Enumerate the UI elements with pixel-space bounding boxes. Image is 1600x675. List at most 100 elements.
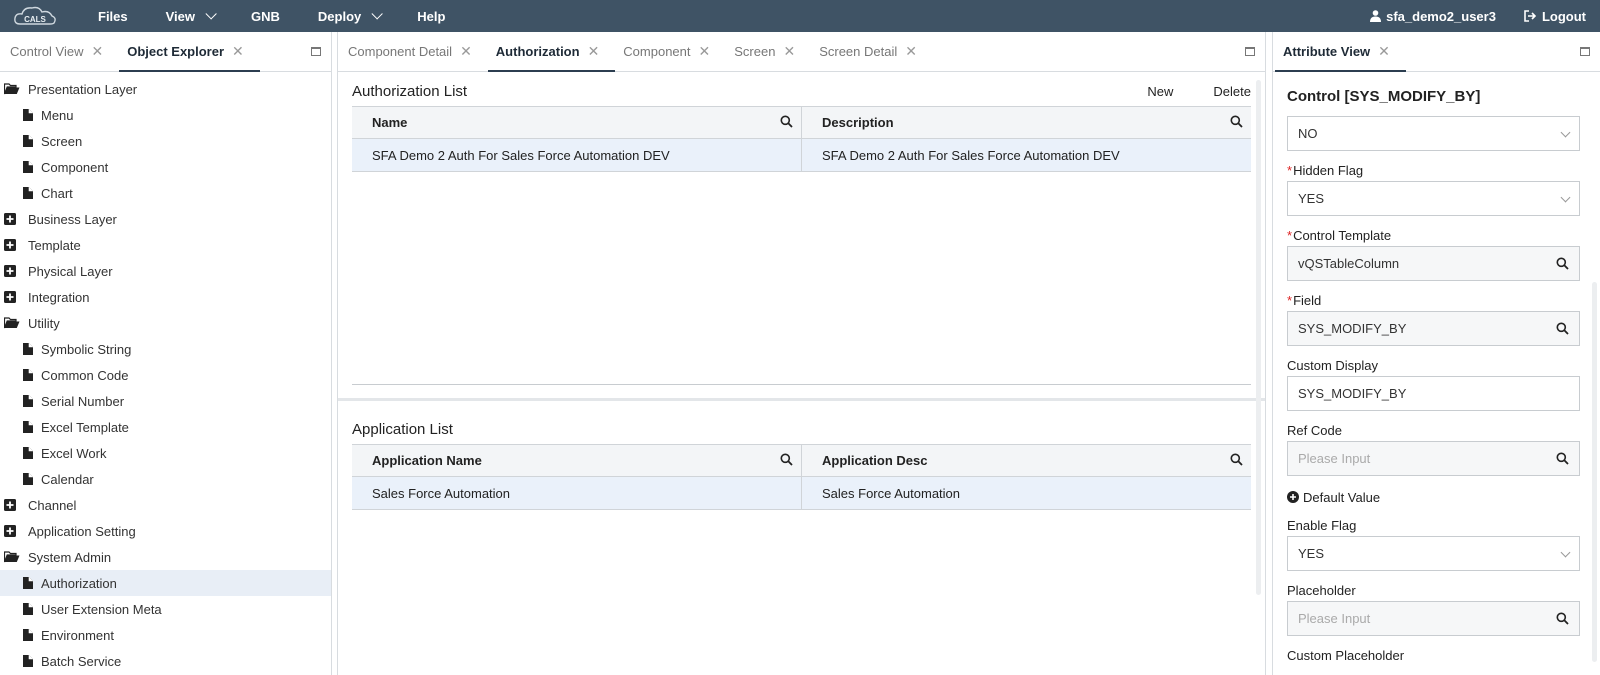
tree-item-channel[interactable]: Channel — [0, 492, 331, 518]
nav-view[interactable]: View — [166, 8, 217, 24]
search-icon[interactable] — [1230, 453, 1243, 466]
search-icon[interactable] — [1556, 612, 1569, 625]
search-icon[interactable] — [1556, 257, 1569, 273]
delete-button[interactable]: Delete — [1213, 84, 1251, 99]
table-row[interactable]: SFA Demo 2 Auth For Sales Force Automati… — [352, 139, 1251, 172]
user-menu[interactable]: sfa_demo2_user3 — [1370, 9, 1496, 24]
close-icon[interactable]: ✕ — [460, 43, 472, 60]
column-header-description[interactable]: Description — [801, 107, 1251, 138]
field-label-text: Custom Display — [1287, 358, 1379, 373]
plus-box-icon[interactable] — [4, 499, 22, 511]
tree-item-menu[interactable]: Menu — [0, 102, 331, 128]
maximize-icon[interactable] — [311, 47, 321, 56]
custom-display-input[interactable]: SYS_MODIFY_BY — [1287, 376, 1580, 411]
close-icon[interactable]: ✕ — [232, 43, 244, 60]
search-icon[interactable] — [1556, 452, 1569, 468]
cals-logo[interactable]: CALS — [12, 4, 70, 28]
tree-item-presentation-layer[interactable]: Presentation Layer — [0, 76, 331, 102]
close-icon[interactable]: ✕ — [699, 43, 711, 60]
tree-item-chart[interactable]: Chart — [0, 180, 331, 206]
tree-item-integration[interactable]: Integration — [0, 284, 331, 310]
tree-item-environment[interactable]: Environment — [0, 622, 331, 648]
folder-open-icon[interactable] — [4, 83, 22, 95]
vertical-scrollbar[interactable] — [1256, 80, 1261, 595]
tree-item-label: Environment — [41, 627, 114, 643]
search-icon[interactable] — [1556, 322, 1569, 338]
tab-control-view[interactable]: Control View ✕ — [10, 31, 113, 71]
tree-item-batch-service[interactable]: Batch Service — [0, 648, 331, 674]
enable-flag-select[interactable]: YES — [1287, 536, 1580, 571]
placeholder-input[interactable]: Please Input — [1287, 601, 1580, 636]
vertical-scrollbar[interactable] — [1592, 282, 1597, 662]
nav-files[interactable]: Files — [98, 9, 128, 24]
plus-box-icon[interactable] — [4, 291, 22, 303]
tree-item-business-layer[interactable]: Business Layer — [0, 206, 331, 232]
close-icon[interactable]: ✕ — [905, 43, 917, 60]
tree-item-physical-layer[interactable]: Physical Layer — [0, 258, 331, 284]
table-row[interactable]: Sales Force Automation Sales Force Autom… — [352, 477, 1251, 510]
tree-item-application-setting[interactable]: Application Setting — [0, 518, 331, 544]
chevron-down-icon[interactable] — [1560, 547, 1571, 558]
tree-item-calendar[interactable]: Calendar — [0, 466, 331, 492]
nav-help[interactable]: Help — [417, 9, 445, 24]
folder-open-icon[interactable] — [4, 551, 22, 563]
tree-item-excel-work[interactable]: Excel Work — [0, 440, 331, 466]
search-icon[interactable] — [1556, 612, 1569, 628]
search-icon[interactable] — [780, 115, 793, 128]
field-input[interactable]: SYS_MODIFY_BY — [1287, 311, 1580, 346]
field-placeholder: Please Input — [1298, 611, 1371, 626]
column-header-application-desc[interactable]: Application Desc — [801, 445, 1251, 476]
tree-item-system-admin[interactable]: System Admin — [0, 544, 331, 570]
hidden-flag-select[interactable]: YES — [1287, 181, 1580, 216]
plus-box-icon[interactable] — [4, 213, 22, 225]
search-icon[interactable] — [1230, 115, 1243, 128]
folder-open-icon[interactable] — [4, 317, 22, 329]
control-template-input[interactable]: vQSTableColumn — [1287, 246, 1580, 281]
close-icon[interactable]: ✕ — [588, 43, 600, 60]
plus-box-icon[interactable] — [4, 525, 22, 537]
tree-item-user-extension-meta[interactable]: User Extension Meta — [0, 596, 331, 622]
tab-authorization[interactable]: Authorization ✕ — [487, 31, 615, 72]
column-header-name[interactable]: Name — [352, 107, 801, 138]
search-icon[interactable] — [780, 453, 793, 466]
logout-button[interactable]: Logout — [1524, 9, 1586, 24]
plus-box-icon[interactable] — [4, 239, 22, 251]
new-button[interactable]: New — [1147, 84, 1173, 99]
tab-component-detail[interactable]: Component Detail ✕ — [348, 31, 482, 71]
search-icon[interactable] — [1556, 452, 1569, 465]
close-icon[interactable]: ✕ — [783, 43, 795, 60]
tab-object-explorer[interactable]: Object Explorer ✕ — [119, 31, 260, 72]
maximize-icon[interactable] — [1580, 47, 1590, 56]
tree-item-common-code[interactable]: Common Code — [0, 362, 331, 388]
search-icon[interactable] — [1556, 257, 1569, 270]
nav-deploy[interactable]: Deploy — [318, 8, 384, 24]
splitter[interactable] — [338, 398, 1265, 401]
ref-code-input[interactable]: Please Input — [1287, 441, 1580, 476]
tab-screen-detail[interactable]: Screen Detail ✕ — [819, 31, 927, 71]
tab-attribute-view[interactable]: Attribute View ✕ — [1275, 31, 1406, 72]
close-icon[interactable]: ✕ — [1378, 43, 1390, 60]
tree-item-template[interactable]: Template — [0, 232, 331, 258]
field-label-text: Hidden Flag — [1293, 163, 1364, 178]
tree-item-authorization[interactable]: Authorization — [0, 570, 331, 596]
tab-screen[interactable]: Screen ✕ — [734, 31, 805, 71]
maximize-icon[interactable] — [1245, 47, 1255, 56]
tab-label: Attribute View — [1283, 43, 1371, 59]
chevron-down-icon[interactable] — [1560, 192, 1571, 203]
tree-item-serial-number[interactable]: Serial Number — [0, 388, 331, 414]
tree-item-symbolic-string[interactable]: Symbolic String — [0, 336, 331, 362]
tree-item-screen[interactable]: Screen — [0, 128, 331, 154]
top-select[interactable]: NO — [1287, 116, 1580, 151]
file-icon — [23, 629, 35, 641]
tab-component[interactable]: Component ✕ — [623, 31, 720, 71]
close-icon[interactable]: ✕ — [91, 43, 103, 60]
column-header-application-name[interactable]: Application Name — [352, 445, 801, 476]
tree-item-component[interactable]: Component — [0, 154, 331, 180]
chevron-down-icon[interactable] — [1560, 127, 1571, 138]
default-value-toggle[interactable]: Default Value — [1287, 482, 1580, 512]
search-icon[interactable] — [1556, 322, 1569, 335]
tree-item-excel-template[interactable]: Excel Template — [0, 414, 331, 440]
plus-box-icon[interactable] — [4, 265, 22, 277]
nav-gnb[interactable]: GNB — [251, 9, 280, 24]
tree-item-utility[interactable]: Utility — [0, 310, 331, 336]
